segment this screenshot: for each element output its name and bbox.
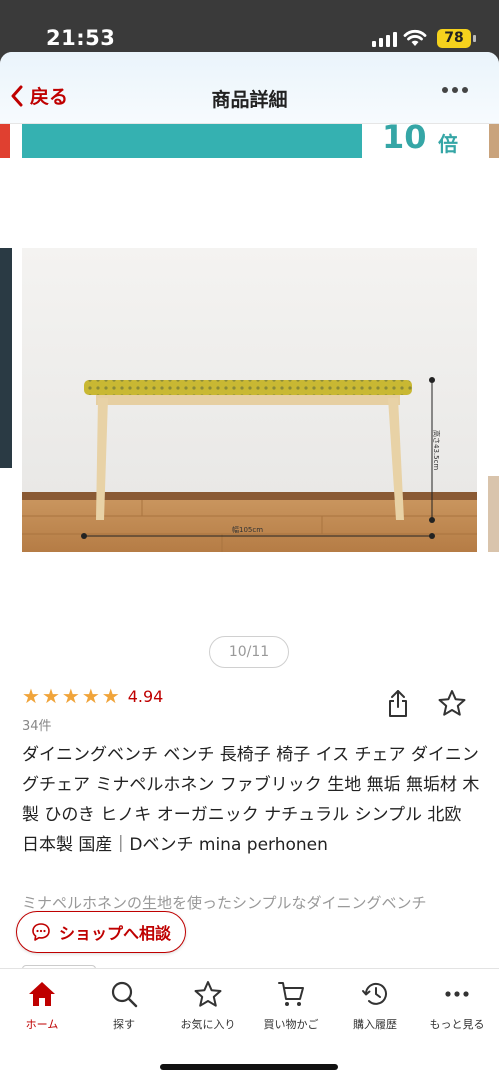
more-icon: [445, 991, 469, 997]
chat-bubble-icon: [32, 923, 50, 941]
star-icon: ★: [61, 684, 80, 708]
tab-search-label: 探す: [113, 1018, 135, 1031]
home-indicator[interactable]: [160, 1064, 338, 1070]
battery-indicator: 78: [437, 29, 471, 48]
image-pager: 10/11: [209, 636, 289, 668]
tab-search[interactable]: 探す: [82, 979, 166, 1032]
star-icon: ★: [41, 684, 60, 708]
carousel-next-peek[interactable]: [488, 476, 499, 552]
history-icon: [362, 982, 387, 1005]
status-time: 21:53: [46, 26, 116, 50]
wifi-icon: [403, 29, 427, 46]
bench-photo: 幅105cm 高さ43.5cm: [22, 248, 477, 552]
more-options-icon[interactable]: [441, 82, 469, 98]
shop-consult-label: ショップへ相談: [58, 924, 171, 943]
status-bar: 21:53 78: [0, 0, 499, 58]
product-description: ミナペルホネンの生地を使ったシンプルなダイニングベンチ: [22, 894, 427, 912]
tab-cart-label: 買い物かご: [263, 1018, 319, 1031]
star-icon: ★: [22, 684, 40, 708]
star-icon: ★: [81, 684, 100, 708]
page-title: 商品詳細: [211, 89, 288, 111]
star-icon: ★: [101, 684, 120, 708]
nav-header: 戻る 商品詳細: [0, 52, 499, 124]
rating-value: 4.94: [127, 686, 164, 706]
tab-home-label: ホーム: [25, 1018, 59, 1031]
promo-banner[interactable]: [22, 124, 362, 158]
tab-more-label: もっと見る: [429, 1018, 485, 1031]
tab-cart[interactable]: 買い物かご: [249, 979, 333, 1032]
product-title: ダイニングベンチ ベンチ 長椅子 椅子 イス チェア ダイニングチェア ミナペル…: [22, 745, 480, 855]
cart-icon: [278, 982, 304, 1006]
shop-consult-button[interactable]: ショップへ相談: [16, 911, 186, 953]
signal-icon: [372, 31, 397, 47]
carousel-prev-peek[interactable]: [0, 248, 12, 468]
tab-home[interactable]: ホーム: [0, 979, 84, 1032]
tab-purchase-history[interactable]: 購入履歴: [333, 979, 417, 1032]
review-count[interactable]: 34件: [22, 715, 52, 734]
share-icon[interactable]: [386, 688, 410, 718]
tab-more[interactable]: もっと見る: [415, 979, 499, 1032]
tab-purchase-history-label: 購入履歴: [353, 1018, 397, 1031]
width-dimension-label: 幅105cm: [232, 525, 263, 534]
home-icon: [29, 982, 55, 1006]
search-icon: [111, 981, 138, 1008]
tab-favorites[interactable]: お気に入り: [166, 979, 250, 1032]
product-image[interactable]: 幅105cm 高さ43.5cm: [22, 248, 477, 552]
star-icon: [194, 981, 222, 1007]
height-dimension-label: 高さ43.5cm: [432, 430, 441, 470]
banner-edge-left: [0, 124, 10, 158]
rating-row[interactable]: ★ ★ ★ ★ ★ 4.94: [22, 686, 163, 706]
tab-favorites-label: お気に入り: [180, 1018, 236, 1031]
banner-edge-right: [489, 124, 499, 158]
battery-tip: [473, 35, 476, 42]
favorite-star-icon[interactable]: [437, 688, 467, 718]
multiplier-unit: 倍: [438, 132, 458, 156]
